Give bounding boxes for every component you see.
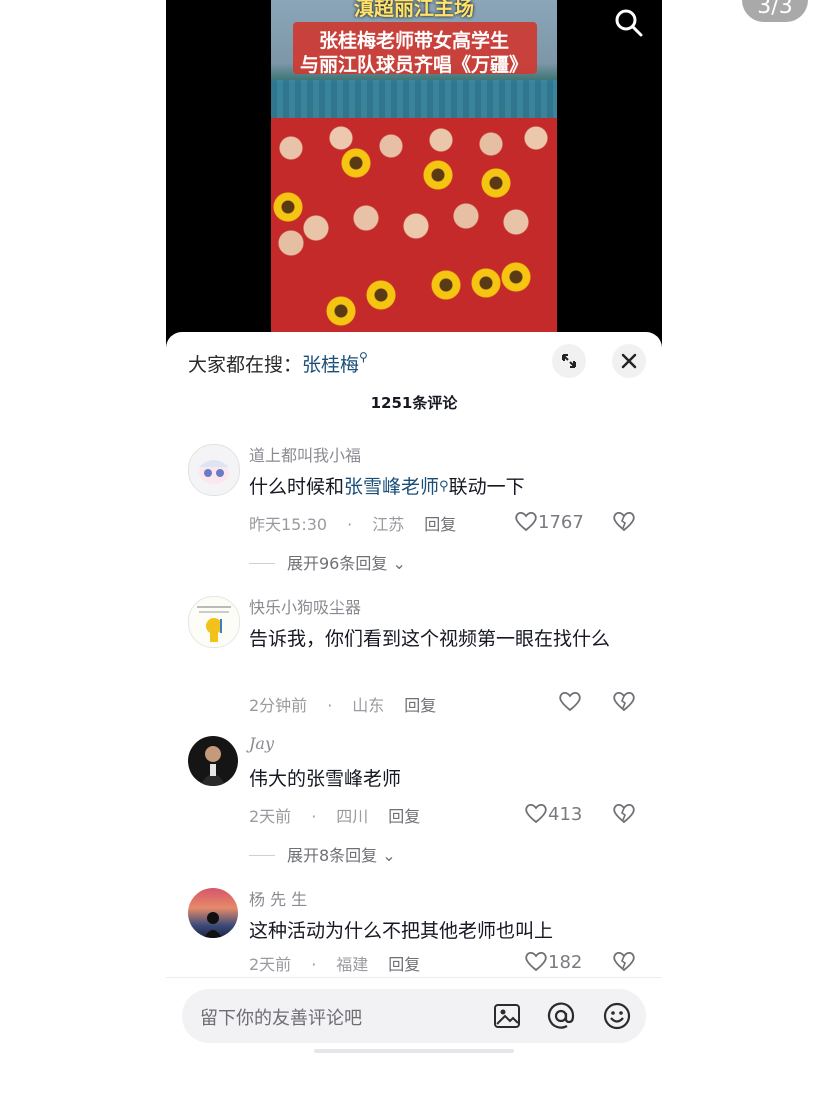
sunflower	[471, 268, 501, 298]
sunflower	[501, 262, 531, 292]
sunflower	[481, 168, 511, 198]
video-caption-top: 滇超丽江主场	[354, 0, 474, 20]
comment-text-part: 联动一下	[448, 476, 525, 498]
dislike-icon	[613, 511, 635, 532]
heart-icon	[515, 511, 537, 532]
like-button[interactable]: 1767	[514, 510, 584, 533]
comment-sheet: 大家都在搜：张桂梅⚲ 1251条评论 道上都叫我小福 什么时候和张雪峰老师⚲联动…	[166, 332, 662, 1104]
like-count: 413	[548, 804, 583, 825]
divider	[249, 563, 275, 564]
dislike-icon	[613, 803, 635, 824]
comment-count: 1251条评论	[370, 394, 458, 412]
app-screen: 滇超丽江主场 张桂梅老师带女高学生 与丽江队球员齐唱《万疆》 大家都在搜：张桂梅…	[166, 0, 662, 1104]
avatar[interactable]	[188, 736, 238, 786]
heart-icon	[525, 803, 547, 824]
dislike-icon	[613, 951, 635, 972]
sunflower	[326, 296, 356, 326]
video-player[interactable]: 滇超丽江主场 张桂梅老师带女高学生 与丽江队球员齐唱《万疆》	[166, 0, 662, 350]
expand-label: 展开96条回复	[287, 554, 388, 573]
hot-search-keyword[interactable]: 张桂梅	[302, 354, 359, 376]
dislike-button[interactable]	[612, 802, 636, 828]
like-count: 1767	[538, 512, 584, 533]
username[interactable]: 杨 先 生	[249, 886, 307, 910]
like-button[interactable]: 182	[524, 950, 582, 973]
video-caption-line1: 张桂梅老师带女高学生	[318, 30, 509, 52]
sunflower	[273, 192, 303, 222]
username[interactable]: 快乐小狗吸尘器	[249, 594, 361, 618]
avatar[interactable]	[188, 888, 238, 938]
sunflower	[366, 280, 396, 310]
heart-icon	[525, 951, 547, 972]
choir-crowd	[271, 118, 557, 350]
search-icon: ⚲	[359, 350, 368, 364]
hot-search-prefix: 大家都在搜：	[188, 354, 303, 376]
comment-text: 什么时候和张雪峰老师⚲联动一下	[249, 472, 629, 502]
comment-input-placeholder: 留下你的友善评论吧	[200, 1008, 362, 1029]
like-count: 182	[548, 952, 583, 973]
like-button[interactable]	[558, 690, 582, 713]
video-caption-line2: 与丽江队球员齐唱《万疆》	[299, 54, 528, 76]
comment-text: 告诉我，你们看到这个视频第一眼在找什么	[249, 628, 611, 650]
hot-search[interactable]: 大家都在搜：张桂梅⚲	[188, 350, 368, 377]
home-indicator	[314, 1049, 514, 1053]
avatar[interactable]	[188, 596, 240, 648]
expand-replies[interactable]: 展开96条回复 ⌄	[249, 550, 406, 574]
page-indicator: 3/3	[742, 0, 808, 22]
expand-label: 展开8条回复	[287, 846, 378, 865]
video-frame: 滇超丽江主场 张桂梅老师带女高学生 与丽江队球员齐唱《万疆》	[271, 0, 557, 350]
separator-dot: ·	[311, 807, 317, 826]
heart-icon	[559, 691, 581, 712]
chevron-down-icon: ⌄	[387, 554, 406, 573]
comment-location: 四川	[336, 807, 369, 826]
search-icon[interactable]	[612, 6, 646, 40]
input-divider	[166, 977, 662, 978]
sunflower	[431, 270, 461, 300]
separator-dot: ·	[347, 515, 353, 534]
comment-location: 江苏	[372, 515, 405, 534]
expand-replies[interactable]: 展开8条回复 ⌄	[249, 842, 396, 866]
comment-time: 2天前	[249, 955, 292, 974]
reply-button[interactable]: 回复	[388, 955, 420, 974]
comment-location: 福建	[336, 955, 369, 974]
sunflower	[341, 148, 371, 178]
reply-button[interactable]: 回复	[388, 807, 420, 826]
dislike-button[interactable]	[612, 690, 636, 716]
at-icon[interactable]	[546, 1001, 576, 1031]
comment-time: 昨天15:30	[249, 515, 328, 534]
chevron-down-icon: ⌄	[377, 846, 396, 865]
emoji-icon[interactable]	[602, 1001, 632, 1031]
comment-meta: 昨天15:30 · 江苏 回复	[249, 511, 476, 535]
like-button[interactable]: 413	[524, 802, 582, 825]
separator-dot: ·	[311, 955, 317, 974]
close-icon	[621, 353, 637, 369]
username[interactable]: Jay	[249, 734, 274, 753]
comment-input[interactable]: 留下你的友善评论吧	[182, 989, 646, 1043]
reply-button[interactable]: 回复	[424, 515, 456, 534]
username[interactable]: 道上都叫我小福	[249, 442, 361, 466]
search-icon: ⚲	[439, 479, 449, 494]
comment-meta: 2分钟前 · 山东 回复	[249, 692, 456, 716]
comment-text: 这种活动为什么不把其他老师也叫上	[249, 920, 554, 942]
dislike-icon	[613, 691, 635, 712]
expand-button[interactable]	[552, 344, 586, 378]
separator-dot: ·	[327, 696, 333, 715]
comment-link[interactable]: 张雪峰老师	[344, 476, 439, 498]
comment-text: 伟大的张雪峰老师	[249, 768, 402, 790]
divider	[249, 855, 275, 856]
expand-icon	[562, 354, 576, 368]
avatar[interactable]	[188, 444, 240, 496]
comment-meta: 2天前 · 福建 回复	[249, 951, 440, 975]
close-button[interactable]	[612, 344, 646, 378]
sunflower	[423, 160, 453, 190]
comment-time: 2分钟前	[249, 696, 308, 715]
dislike-button[interactable]	[612, 510, 636, 536]
dislike-button[interactable]	[612, 950, 636, 976]
comment-location: 山东	[352, 696, 385, 715]
comment-meta: 2天前 · 四川 回复	[249, 803, 440, 827]
comment-time: 2天前	[249, 807, 292, 826]
comment-text-part: 什么时候和	[249, 476, 345, 498]
image-icon[interactable]	[492, 1001, 522, 1031]
reply-button[interactable]: 回复	[404, 696, 436, 715]
